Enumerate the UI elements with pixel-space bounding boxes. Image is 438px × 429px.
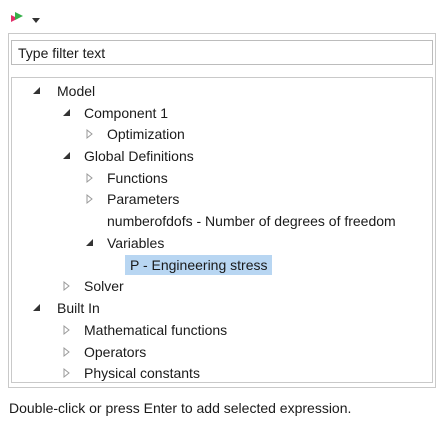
tree-item-label: Operators xyxy=(84,344,147,360)
chevron-down-icon xyxy=(31,12,41,23)
tree-item-label: P - Engineering stress xyxy=(125,255,273,275)
tree-item-label: Model xyxy=(57,83,96,99)
expression-tree[interactable]: Model Component 1 Optimization Global De… xyxy=(11,77,433,383)
status-hint: Double-click or press Enter to add selec… xyxy=(9,400,352,416)
collapsed-icon[interactable] xyxy=(85,172,95,184)
filter-input[interactable] xyxy=(11,40,433,65)
collapsed-icon[interactable] xyxy=(62,367,72,379)
collapsed-icon[interactable] xyxy=(62,346,72,358)
expanded-icon[interactable] xyxy=(62,150,72,162)
expanded-icon[interactable] xyxy=(85,237,95,249)
tree-item-label: Functions xyxy=(107,170,168,186)
collapsed-icon[interactable] xyxy=(85,193,95,205)
tree-item-label: Optimization xyxy=(107,126,185,142)
insert-expression-button[interactable] xyxy=(9,6,51,28)
insert-expression-icon xyxy=(9,9,25,25)
expanded-icon[interactable] xyxy=(62,107,72,119)
tree-item-label: numberofdofs - Number of degrees of free… xyxy=(107,213,396,229)
expanded-icon[interactable] xyxy=(32,85,42,97)
collapsed-icon[interactable] xyxy=(62,324,72,336)
tree-item-label: Mathematical functions xyxy=(84,322,228,338)
collapsed-icon[interactable] xyxy=(62,280,72,292)
tree-item-label: Component 1 xyxy=(84,105,169,121)
tree-item-label: Variables xyxy=(107,235,165,251)
tree-item-label: Physical constants xyxy=(84,365,200,381)
tree-item-label: Built In xyxy=(57,300,100,316)
tree-item-label: Parameters xyxy=(107,191,180,207)
expanded-icon[interactable] xyxy=(32,302,42,314)
collapsed-icon[interactable] xyxy=(85,128,95,140)
expression-panel: Model Component 1 Optimization Global De… xyxy=(8,33,436,388)
tree-item-label: Solver xyxy=(84,278,124,294)
toolbar xyxy=(0,0,438,30)
tree-item-label: Global Definitions xyxy=(84,148,194,164)
